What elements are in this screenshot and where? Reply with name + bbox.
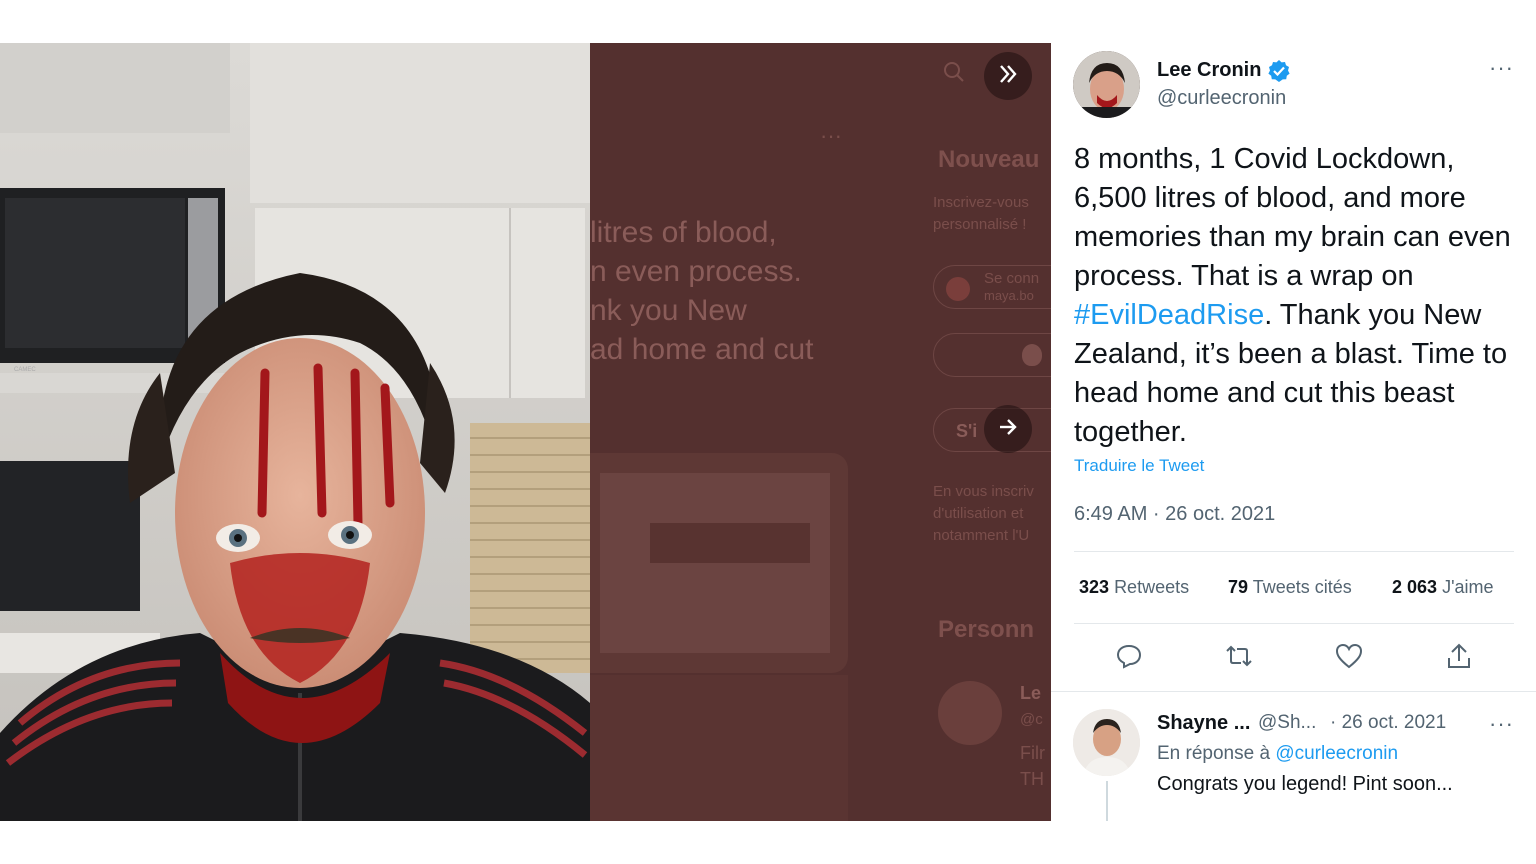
- ghost-connect-button: Se conn maya.bo: [933, 265, 1051, 309]
- ghost-media-card: [590, 675, 848, 821]
- thread-line: [1106, 781, 1108, 821]
- ghost-text: maya.bo: [984, 288, 1034, 303]
- like-button[interactable]: [1332, 641, 1366, 675]
- reply-icon: [1115, 642, 1143, 675]
- ghost-text: @c: [1020, 711, 1043, 728]
- dimmed-page-background: litres of blood, n even process. nk you …: [590, 43, 1051, 821]
- collapse-panel-button[interactable]: [984, 52, 1032, 100]
- ghost-text-line: ad home and cut: [590, 333, 814, 366]
- ghost-more-dots: ···: [820, 123, 842, 148]
- quotes-stat[interactable]: 79 Tweets cités: [1228, 577, 1352, 598]
- selfie-photo-illustration: CAMEC: [0, 43, 590, 821]
- tweet-more-button[interactable]: ···: [1489, 55, 1514, 81]
- reply-author-handle[interactable]: @Sh...: [1258, 712, 1316, 734]
- ghost-text: d'utilisation et: [933, 505, 1024, 522]
- translate-tweet-link[interactable]: Traduire le Tweet: [1074, 456, 1204, 476]
- tweet-detail-panel: Lee Cronin @curleecronin ··· 8 months, 1…: [1051, 43, 1536, 821]
- screenshot-stage: CAMEC litres of blood, n even process. n…: [0, 0, 1536, 864]
- author-name[interactable]: Lee Cronin: [1157, 59, 1261, 82]
- ghost-apple-button: [933, 333, 1051, 377]
- ghost-heading: Personn: [938, 616, 1035, 643]
- next-media-button[interactable]: [984, 405, 1032, 453]
- retweet-button[interactable]: [1222, 641, 1256, 675]
- likes-label: J'aime: [1442, 577, 1494, 597]
- ghost-text: S'i: [956, 421, 978, 441]
- in-reply-handle-link[interactable]: @curleecronin: [1275, 743, 1398, 764]
- reply-text: Congrats you legend! Pint soon...: [1157, 773, 1453, 795]
- retweets-stat[interactable]: 323 Retweets: [1079, 577, 1189, 598]
- share-button[interactable]: [1442, 641, 1476, 675]
- svg-text:CAMEC: CAMEC: [14, 367, 36, 373]
- in-reply-prefix: En réponse à: [1157, 743, 1271, 764]
- ghost-media-card: [590, 453, 848, 673]
- ghost-text: Filr: [1020, 743, 1045, 763]
- tweet-photo[interactable]: CAMEC: [0, 43, 590, 821]
- heart-icon: [1335, 643, 1363, 674]
- divider: [1051, 691, 1536, 692]
- ghost-text: personnalisé !: [933, 216, 1027, 233]
- ghost-text: Se conn: [984, 270, 1040, 287]
- reply-author-name[interactable]: Shayne ...: [1157, 712, 1250, 735]
- double-chevron-right-icon: [995, 61, 1021, 92]
- ghost-text-line: nk you New: [590, 294, 747, 327]
- arrow-right-icon: [996, 415, 1020, 444]
- ghost-text: En vous inscriv: [933, 483, 1034, 500]
- verified-badge-icon: [1267, 59, 1291, 88]
- ghost-heading: Nouveau: [938, 146, 1040, 173]
- author-avatar[interactable]: [1073, 51, 1140, 118]
- reply-author-avatar[interactable]: [1073, 709, 1140, 776]
- tweet-text: 8 months, 1 Covid Lockdown, 6,500 litres…: [1074, 140, 1524, 452]
- search-icon: [943, 61, 965, 88]
- hashtag-link[interactable]: #EvilDeadRise: [1074, 299, 1264, 331]
- retweets-count: 323: [1079, 577, 1110, 597]
- divider: [1074, 623, 1514, 624]
- in-reply-to: En réponse à @curleecronin: [1157, 743, 1398, 765]
- likes-stat[interactable]: 2 063 J'aime: [1392, 577, 1494, 598]
- quotes-count: 79: [1228, 577, 1249, 597]
- avatar-photo: [1073, 51, 1140, 118]
- ghost-avatar: [938, 681, 1002, 745]
- avatar-photo: [1073, 709, 1140, 776]
- likes-count: 2 063: [1392, 577, 1438, 597]
- ghost-text: TH: [1020, 769, 1044, 789]
- tweet-timestamp[interactable]: 6:49 AM · 26 oct. 2021: [1074, 503, 1275, 526]
- share-icon: [1446, 642, 1472, 675]
- retweet-icon: [1224, 642, 1254, 675]
- quotes-label: Tweets cités: [1252, 577, 1352, 597]
- ghost-text: Le: [1020, 683, 1042, 703]
- ghost-text: notamment l'U: [933, 527, 1030, 544]
- author-handle[interactable]: @curleecronin: [1157, 87, 1286, 110]
- ghost-text-line: litres of blood,: [590, 216, 777, 249]
- ghost-text-line: n even process.: [590, 255, 802, 288]
- ghost-text: Inscrivez-vous: [933, 194, 1029, 211]
- media-viewer: CAMEC litres of blood, n even process. n…: [0, 43, 1051, 821]
- retweets-label: Retweets: [1114, 577, 1190, 597]
- reply-date[interactable]: · 26 oct. 2021: [1330, 712, 1446, 734]
- reply-more-button[interactable]: ···: [1489, 711, 1514, 737]
- tweet-text-part: 8 months, 1 Covid Lockdown, 6,500 litres…: [1074, 143, 1511, 292]
- apple-icon: [1022, 344, 1042, 366]
- reply-button[interactable]: [1112, 641, 1146, 675]
- divider: [1074, 551, 1514, 552]
